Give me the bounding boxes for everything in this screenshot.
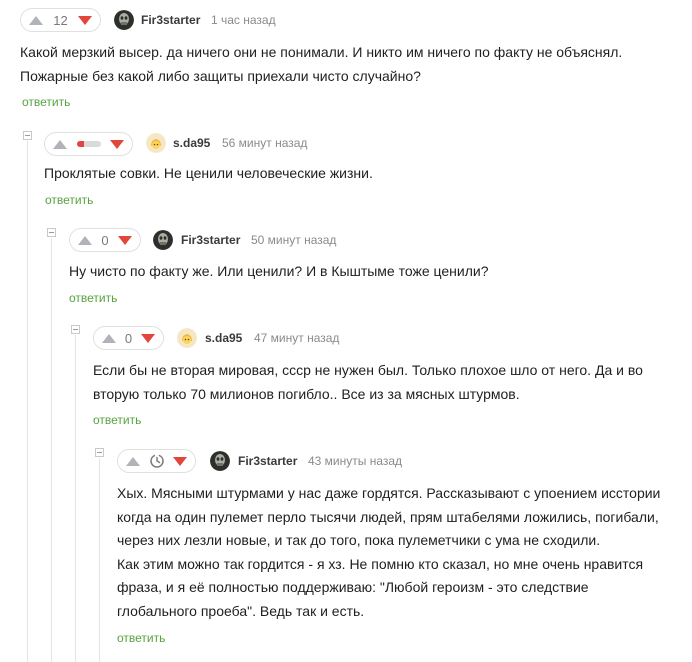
rating-bar-fill bbox=[76, 141, 84, 147]
reply-link[interactable]: ответить bbox=[45, 193, 93, 207]
reply-link[interactable]: ответить bbox=[117, 631, 165, 645]
rating-value: 12 bbox=[53, 12, 68, 28]
comment-text: Хых. Мясными штурмами у нас даже гордятс… bbox=[117, 482, 680, 623]
comment-text-line: Пожарные без какой либо защиты приехали … bbox=[20, 67, 421, 84]
comment-text-line: Проклятые совки. Не ценили человеческие … bbox=[44, 165, 373, 181]
upvote-icon[interactable] bbox=[53, 139, 67, 149]
comment-text-line: Ну чисто по факту же. Или ценили? И в Кы… bbox=[69, 263, 489, 279]
collapse-thread-button[interactable] bbox=[23, 131, 32, 140]
reply-link[interactable]: ответить bbox=[93, 413, 141, 427]
author-name[interactable]: Fir3starter bbox=[181, 233, 240, 247]
comment-text-line: через них лезли новые, и так до того, по… bbox=[117, 532, 601, 548]
thread-line bbox=[51, 238, 52, 662]
comment-text: Если бы не вторая мировая, ссср не нужен… bbox=[93, 359, 680, 406]
upvote-icon[interactable] bbox=[78, 235, 92, 245]
collapse-thread-button[interactable] bbox=[71, 325, 80, 334]
comment-text-line: Как этим можно так гордится - я хз. Не п… bbox=[117, 555, 644, 572]
downvote-icon[interactable] bbox=[78, 15, 92, 25]
comment-text: Проклятые совки. Не ценили человеческие … bbox=[44, 162, 680, 186]
rating-control bbox=[117, 449, 196, 473]
timestamp: 50 минут назад bbox=[251, 233, 337, 247]
comment-text-line: вторую только 70 милионов погибло.. Все … bbox=[93, 385, 520, 402]
collapse-thread-button[interactable] bbox=[95, 448, 104, 457]
avatar[interactable] bbox=[177, 328, 197, 348]
upvote-icon[interactable] bbox=[29, 15, 43, 25]
avatar[interactable] bbox=[210, 451, 230, 471]
author-name[interactable]: s.da95 bbox=[173, 136, 210, 150]
thread-line bbox=[27, 141, 28, 662]
timestamp: 56 минут назад bbox=[222, 136, 308, 150]
rating-bar bbox=[76, 141, 101, 147]
comment-text-line: Какой мерзкий высер. да ничего они не по… bbox=[20, 44, 623, 60]
comment-text: Ну чисто по факту же. Или ценили? И в Кы… bbox=[69, 260, 680, 284]
upvote-icon[interactable] bbox=[126, 456, 140, 466]
rating-control: 12 bbox=[20, 8, 101, 32]
rating-control: 0 bbox=[69, 228, 141, 252]
upvote-icon[interactable] bbox=[102, 333, 116, 343]
rating-control: 0 bbox=[93, 326, 164, 350]
avatar[interactable] bbox=[114, 10, 134, 30]
comment-text-line: Если бы не вторая мировая, ссср не нужен… bbox=[93, 362, 643, 378]
author-name[interactable]: Fir3starter bbox=[141, 13, 200, 27]
collapse-thread-button[interactable] bbox=[47, 228, 56, 237]
avatar[interactable] bbox=[153, 230, 173, 250]
author-name[interactable]: s.da95 bbox=[205, 331, 242, 345]
comment-text-line: фраза, и я её полностью поддерживаю: "Лю… bbox=[117, 579, 589, 595]
comment-text-line: Хых. Мясными штурмами у нас даже гордятс… bbox=[117, 485, 661, 501]
clock-icon bbox=[148, 452, 166, 470]
downvote-icon[interactable] bbox=[140, 333, 155, 343]
timestamp: 1 час назад bbox=[211, 13, 276, 27]
reply-link[interactable]: ответить bbox=[69, 291, 117, 305]
comment-text: Какой мерзкий высер. да ничего они не по… bbox=[20, 41, 680, 88]
timestamp: 47 минут назад bbox=[254, 331, 340, 345]
thread-line bbox=[75, 335, 76, 662]
downvote-icon[interactable] bbox=[110, 139, 124, 149]
comment-text-line: когда на один пулемет перло тысячи людей… bbox=[117, 508, 659, 525]
downvote-icon[interactable] bbox=[173, 456, 187, 466]
reply-link[interactable]: ответить bbox=[22, 95, 70, 109]
avatar[interactable] bbox=[146, 133, 166, 153]
author-name[interactable]: Fir3starter bbox=[238, 454, 297, 468]
comment-text-line: глобального проеба". Ведь так и есть. bbox=[117, 602, 365, 619]
thread-line bbox=[99, 458, 100, 662]
timestamp: 43 минуты назад bbox=[308, 454, 403, 468]
rating-value: 0 bbox=[124, 330, 133, 346]
downvote-icon[interactable] bbox=[117, 235, 132, 245]
rating-value: 0 bbox=[101, 232, 109, 248]
rating-control bbox=[44, 132, 133, 156]
